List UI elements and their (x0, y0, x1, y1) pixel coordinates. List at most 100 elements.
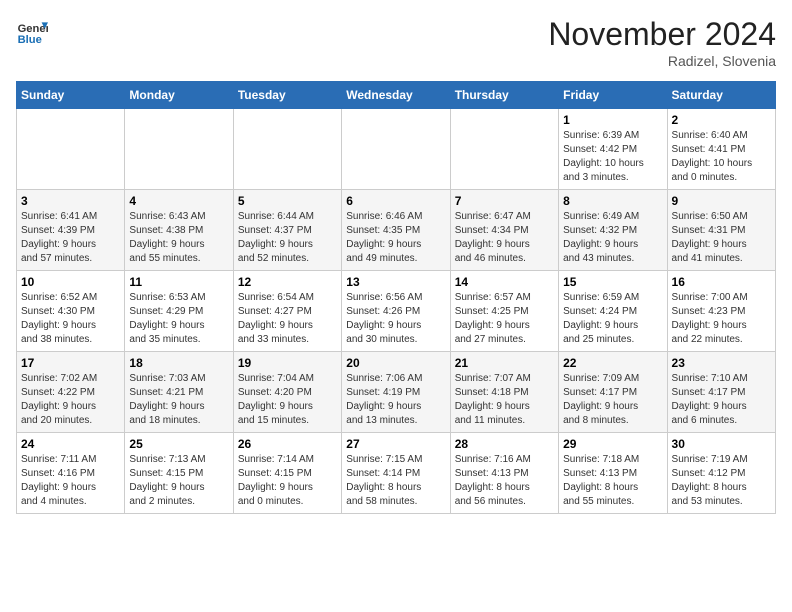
day-number: 9 (672, 194, 771, 208)
calendar-cell: 11 Sunrise: 6:53 AMSunset: 4:29 PMDayligh… (125, 271, 233, 352)
day-number: 17 (21, 356, 120, 370)
day-header-thursday: Thursday (450, 82, 558, 109)
page-header: General Blue November 2024 Radizel, Slov… (16, 16, 776, 69)
calendar-cell: 8Sunrise: 6:49 AMSunset: 4:32 PMDaylight… (559, 190, 667, 271)
day-info: Sunrise: 6:47 AMSunset: 4:34 PMDaylight:… (455, 210, 554, 266)
day-number: 11 (129, 275, 228, 289)
day-info: Sunrise: 6:54 AMSunset: 4:27 PMDaylight:… (238, 291, 337, 347)
day-info: Sunrise: 7:02 AMSunset: 4:22 PMDaylight:… (21, 372, 120, 428)
day-header-sunday: Sunday (17, 82, 125, 109)
day-info: Sunrise: 7:19 AMSunset: 4:12 PMDaylight:… (672, 453, 771, 509)
day-info: Sunrise: 7:11 AMSunset: 4:16 PMDaylight:… (21, 453, 120, 509)
day-number: 27 (346, 437, 445, 451)
day-header-wednesday: Wednesday (342, 82, 450, 109)
day-number: 3 (21, 194, 120, 208)
calendar-cell: 18Sunrise: 7:03 AMSunset: 4:21 PMDayligh… (125, 352, 233, 433)
calendar-cell: 22Sunrise: 7:09 AMSunset: 4:17 PMDayligh… (559, 352, 667, 433)
calendar-cell: 15Sunrise: 6:59 AMSunset: 4:24 PMDayligh… (559, 271, 667, 352)
calendar-cell: 12 Sunrise: 6:54 AMSunset: 4:27 PMDayligh… (233, 271, 341, 352)
location-label: Radizel, Slovenia (548, 53, 776, 69)
svg-text:Blue: Blue (18, 34, 42, 46)
calendar-cell: 17 Sunrise: 7:02 AMSunset: 4:22 PMDayligh… (17, 352, 125, 433)
calendar-cell: 23 Sunrise: 7:10 AMSunset: 4:17 PMDayligh… (667, 352, 775, 433)
calendar-cell: 13Sunrise: 6:56 AMSunset: 4:26 PMDayligh… (342, 271, 450, 352)
day-number: 29 (563, 437, 662, 451)
week-row-4: 17 Sunrise: 7:02 AMSunset: 4:22 PMDayligh… (17, 352, 776, 433)
day-info: Sunrise: 6:44 AMSunset: 4:37 PMDaylight:… (238, 210, 337, 266)
day-number: 25 (129, 437, 228, 451)
day-number: 7 (455, 194, 554, 208)
day-info: Sunrise: 7:03 AMSunset: 4:21 PMDaylight:… (129, 372, 228, 428)
calendar-cell: 6Sunrise: 6:46 AMSunset: 4:35 PMDaylight… (342, 190, 450, 271)
calendar-cell: 20 Sunrise: 7:06 AMSunset: 4:19 PMDayligh… (342, 352, 450, 433)
calendar-cell: 24 Sunrise: 7:11 AMSunset: 4:16 PMDayligh… (17, 433, 125, 514)
day-info: Sunrise: 7:16 AMSunset: 4:13 PMDaylight:… (455, 453, 554, 509)
calendar-cell: 26 Sunrise: 7:14 AMSunset: 4:15 PMDayligh… (233, 433, 341, 514)
day-number: 14 (455, 275, 554, 289)
calendar-cell (233, 109, 341, 190)
day-number: 10 (21, 275, 120, 289)
day-number: 12 (238, 275, 337, 289)
day-number: 30 (672, 437, 771, 451)
day-header-monday: Monday (125, 82, 233, 109)
day-info: Sunrise: 6:46 AMSunset: 4:35 PMDaylight:… (346, 210, 445, 266)
month-title: November 2024 (548, 16, 776, 53)
day-number: 5 (238, 194, 337, 208)
day-info: Sunrise: 7:07 AMSunset: 4:18 PMDaylight:… (455, 372, 554, 428)
day-info: Sunrise: 6:41 AMSunset: 4:39 PMDaylight:… (21, 210, 120, 266)
day-number: 24 (21, 437, 120, 451)
calendar-cell: 9 Sunrise: 6:50 AMSunset: 4:31 PMDaylight… (667, 190, 775, 271)
day-info: Sunrise: 7:14 AMSunset: 4:15 PMDaylight:… (238, 453, 337, 509)
day-info: Sunrise: 6:53 AMSunset: 4:29 PMDaylight:… (129, 291, 228, 347)
calendar-cell: 16 Sunrise: 7:00 AMSunset: 4:23 PMDayligh… (667, 271, 775, 352)
day-number: 26 (238, 437, 337, 451)
day-number: 1 (563, 113, 662, 127)
day-info: Sunrise: 6:57 AMSunset: 4:25 PMDaylight:… (455, 291, 554, 347)
calendar-header-row: SundayMondayTuesdayWednesdayThursdayFrid… (17, 82, 776, 109)
day-number: 22 (563, 356, 662, 370)
calendar-cell: 30 Sunrise: 7:19 AMSunset: 4:12 PMDayligh… (667, 433, 775, 514)
day-info: Sunrise: 7:06 AMSunset: 4:19 PMDaylight:… (346, 372, 445, 428)
day-info: Sunrise: 6:39 AMSunset: 4:42 PMDaylight:… (563, 129, 662, 185)
calendar-table: SundayMondayTuesdayWednesdayThursdayFrid… (16, 81, 776, 514)
logo: General Blue (16, 16, 48, 48)
day-number: 13 (346, 275, 445, 289)
calendar-cell: 28 Sunrise: 7:16 AMSunset: 4:13 PMDayligh… (450, 433, 558, 514)
day-info: Sunrise: 6:43 AMSunset: 4:38 PMDaylight:… (129, 210, 228, 266)
day-number: 8 (563, 194, 662, 208)
day-header-friday: Friday (559, 82, 667, 109)
calendar-cell: 25Sunrise: 7:13 AMSunset: 4:15 PMDayligh… (125, 433, 233, 514)
day-number: 15 (563, 275, 662, 289)
calendar-cell: 4 Sunrise: 6:43 AMSunset: 4:38 PMDaylight… (125, 190, 233, 271)
calendar-cell: 1 Sunrise: 6:39 AMSunset: 4:42 PMDaylight… (559, 109, 667, 190)
calendar-cell (342, 109, 450, 190)
day-info: Sunrise: 7:10 AMSunset: 4:17 PMDaylight:… (672, 372, 771, 428)
calendar-cell: 29 Sunrise: 7:18 AMSunset: 4:13 PMDayligh… (559, 433, 667, 514)
day-info: Sunrise: 7:18 AMSunset: 4:13 PMDaylight:… (563, 453, 662, 509)
calendar-cell (125, 109, 233, 190)
day-info: Sunrise: 6:50 AMSunset: 4:31 PMDaylight:… (672, 210, 771, 266)
day-info: Sunrise: 7:04 AMSunset: 4:20 PMDaylight:… (238, 372, 337, 428)
calendar-cell: 5 Sunrise: 6:44 AMSunset: 4:37 PMDaylight… (233, 190, 341, 271)
week-row-2: 3 Sunrise: 6:41 AMSunset: 4:39 PMDaylight… (17, 190, 776, 271)
day-info: Sunrise: 7:00 AMSunset: 4:23 PMDaylight:… (672, 291, 771, 347)
day-number: 28 (455, 437, 554, 451)
day-info: Sunrise: 7:15 AMSunset: 4:14 PMDaylight:… (346, 453, 445, 509)
calendar-cell: 19Sunrise: 7:04 AMSunset: 4:20 PMDayligh… (233, 352, 341, 433)
calendar-cell: 21Sunrise: 7:07 AMSunset: 4:18 PMDayligh… (450, 352, 558, 433)
day-number: 4 (129, 194, 228, 208)
day-number: 16 (672, 275, 771, 289)
day-number: 23 (672, 356, 771, 370)
day-info: Sunrise: 6:52 AMSunset: 4:30 PMDaylight:… (21, 291, 120, 347)
week-row-3: 10 Sunrise: 6:52 AMSunset: 4:30 PMDayligh… (17, 271, 776, 352)
day-header-saturday: Saturday (667, 82, 775, 109)
title-block: November 2024 Radizel, Slovenia (548, 16, 776, 69)
day-number: 20 (346, 356, 445, 370)
day-header-tuesday: Tuesday (233, 82, 341, 109)
day-info: Sunrise: 6:40 AMSunset: 4:41 PMDaylight:… (672, 129, 771, 185)
calendar-cell: 27 Sunrise: 7:15 AMSunset: 4:14 PMDayligh… (342, 433, 450, 514)
week-row-5: 24 Sunrise: 7:11 AMSunset: 4:16 PMDayligh… (17, 433, 776, 514)
day-number: 2 (672, 113, 771, 127)
calendar-cell: 3 Sunrise: 6:41 AMSunset: 4:39 PMDaylight… (17, 190, 125, 271)
calendar-cell: 14 Sunrise: 6:57 AMSunset: 4:25 PMDayligh… (450, 271, 558, 352)
